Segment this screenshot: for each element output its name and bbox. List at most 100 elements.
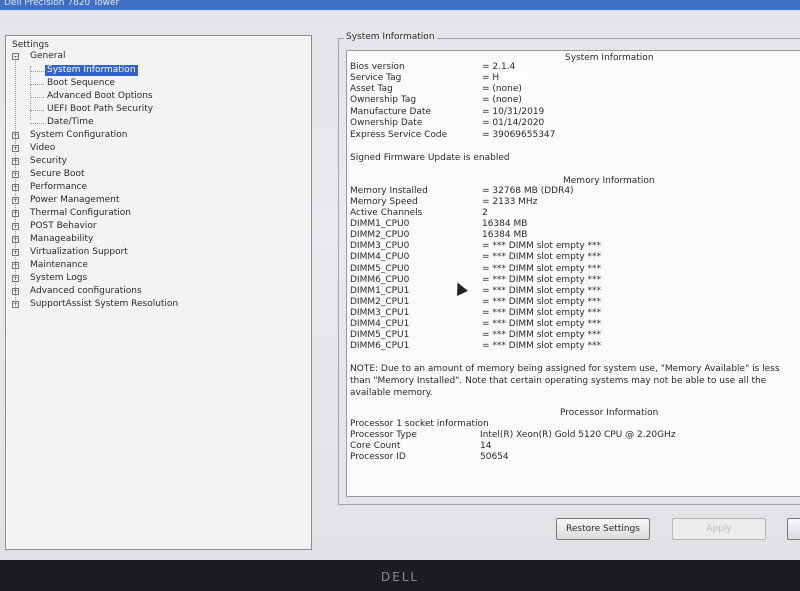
tree-item-thermal-configuration[interactable]: Thermal Configuration (30, 208, 131, 219)
memory-note-line: NOTE: Due to an amount of memory being a… (350, 364, 780, 374)
expand-icon[interactable]: + (12, 158, 19, 165)
collapse-general-icon[interactable]: − (12, 53, 19, 60)
value-dimm2-cpu0: 16384 MB (482, 230, 528, 240)
expand-icon[interactable]: + (12, 301, 19, 308)
value-dimm4-cpu1: = *** DIMM slot empty *** (482, 319, 602, 329)
value-active-channels: 2 (482, 208, 488, 218)
tree-connector (30, 110, 44, 111)
label-dimm2-cpu1: DIMM2_CPU1 (350, 297, 410, 307)
expand-icon[interactable]: + (12, 132, 19, 139)
system-information-panel[interactable]: System Information Bios version = 2.1.4 … (346, 50, 800, 497)
group-title: System Information (344, 32, 437, 42)
value-dimm6-cpu0: = *** DIMM slot empty *** (482, 275, 602, 285)
section-header-processor: Processor Information (560, 408, 659, 418)
expand-icon[interactable]: + (12, 145, 19, 152)
label-memory-installed: Memory Installed (350, 186, 428, 196)
tree-item-secure-boot[interactable]: Secure Boot (30, 169, 85, 180)
label-core-count: Core Count (350, 441, 401, 451)
label-manufacture-date: Manufacture Date (350, 107, 431, 117)
label-dimm4-cpu0: DIMM4_CPU0 (350, 252, 410, 262)
expand-icon[interactable]: + (12, 262, 19, 269)
value-dimm4-cpu0: = *** DIMM slot empty *** (482, 252, 602, 262)
tree-item-advanced-boot-options[interactable]: Advanced Boot Options (47, 91, 153, 102)
value-memory-installed: = 32768 MB (DDR4) (482, 186, 574, 196)
expand-icon[interactable]: + (12, 223, 19, 230)
tree-item-supportassist[interactable]: SupportAssist System Resolution (30, 299, 178, 310)
value-dimm1-cpu0: 16384 MB (482, 219, 528, 229)
value-asset-tag: = (none) (482, 84, 522, 94)
redaction-box (502, 73, 528, 83)
value-core-count: 14 (480, 441, 492, 451)
tree-root-settings: Settings (12, 40, 49, 50)
value-bios-version: = 2.1.4 (482, 62, 516, 72)
tree-item-system-configuration[interactable]: System Configuration (30, 130, 127, 141)
expand-icon[interactable]: + (12, 184, 19, 191)
value-express-service-code: = 39069655347 (482, 130, 556, 140)
tree-item-advanced-configurations[interactable]: Advanced configurations (30, 286, 142, 297)
value-dimm3-cpu1: = *** DIMM slot empty *** (482, 308, 602, 318)
tree-item-virtualization-support[interactable]: Virtualization Support (30, 247, 128, 258)
restore-settings-button[interactable]: Restore Settings (556, 518, 650, 540)
apply-button[interactable]: Apply (672, 518, 766, 540)
tree-item-system-information[interactable]: System Information (45, 65, 138, 76)
tree-item-uefi-boot-path-security[interactable]: UEFI Boot Path Security (47, 104, 153, 115)
tree-connector (30, 71, 44, 72)
window-title: Dell Precision 7820 Tower (4, 0, 120, 8)
label-dimm4-cpu1: DIMM4_CPU1 (350, 319, 410, 329)
expand-icon[interactable]: + (12, 275, 19, 282)
label-service-tag: Service Tag (350, 73, 402, 83)
label-processor-id: Processor ID (350, 452, 406, 462)
bios-screen: Dell Precision 7820 Tower Settings − Gen… (0, 0, 800, 560)
label-dimm3-cpu0: DIMM3_CPU0 (350, 241, 410, 251)
tree-item-boot-sequence[interactable]: Boot Sequence (47, 78, 115, 89)
value-dimm5-cpu0: = *** DIMM slot empty *** (482, 264, 602, 274)
tree-item-manageability[interactable]: Manageability (30, 234, 93, 245)
memory-note-line: available memory. (350, 388, 433, 398)
settings-tree: Settings − General System Information Bo… (5, 35, 312, 550)
expand-icon[interactable]: + (12, 210, 19, 217)
value-dimm3-cpu0: = *** DIMM slot empty *** (482, 241, 602, 251)
value-ownership-date: = 01/14/2020 (482, 118, 545, 128)
dell-logo: DELL (380, 570, 420, 584)
tree-item-maintenance[interactable]: Maintenance (30, 260, 88, 271)
value-processor-type: Intel(R) Xeon(R) Gold 5120 CPU @ 2.20GHz (480, 430, 676, 440)
section-header-memory: Memory Information (563, 176, 655, 186)
tree-connector (30, 97, 44, 98)
label-processor-type: Processor Type (350, 430, 417, 440)
value-memory-speed: = 2133 MHz (482, 197, 538, 207)
value-manufacture-date: = 10/31/2019 (482, 107, 545, 117)
value-dimm1-cpu1: = *** DIMM slot empty *** (482, 286, 602, 296)
firmware-status: Signed Firmware Update is enabled (350, 153, 510, 163)
tree-item-performance[interactable]: Performance (30, 182, 87, 193)
label-ownership-date: Ownership Date (350, 118, 423, 128)
label-ownership-tag: Ownership Tag (350, 95, 417, 105)
exit-button[interactable] (787, 518, 800, 540)
expand-icon[interactable]: + (12, 249, 19, 256)
value-dimm2-cpu1: = *** DIMM slot empty *** (482, 297, 602, 307)
expand-icon[interactable]: + (12, 236, 19, 243)
value-dimm6-cpu1: = *** DIMM slot empty *** (482, 341, 602, 351)
tree-connector (30, 66, 31, 120)
tree-item-security[interactable]: Security (30, 156, 67, 167)
label-dimm3-cpu1: DIMM3_CPU1 (350, 308, 410, 318)
label-dimm1-cpu0: DIMM1_CPU0 (350, 219, 410, 229)
tree-connector (30, 123, 44, 124)
tree-item-post-behavior[interactable]: POST Behavior (30, 221, 97, 232)
label-active-channels: Active Channels (350, 208, 423, 218)
label-dimm5-cpu1: DIMM5_CPU1 (350, 330, 410, 340)
tree-item-date-time[interactable]: Date/Time (47, 117, 94, 128)
label-bios-version: Bios version (350, 62, 405, 72)
tree-item-system-logs[interactable]: System Logs (30, 273, 87, 284)
expand-icon[interactable]: + (12, 171, 19, 178)
expand-icon[interactable]: + (12, 288, 19, 295)
memory-note-line: than "Memory Installed". Note that certa… (350, 376, 767, 386)
tree-item-video[interactable]: Video (30, 143, 55, 154)
value-processor-id: 50654 (480, 452, 509, 462)
tree-item-general[interactable]: General (30, 51, 65, 62)
tree-item-power-management[interactable]: Power Management (30, 195, 119, 206)
title-bar: Dell Precision 7820 Tower (0, 0, 800, 10)
value-dimm5-cpu1: = *** DIMM slot empty *** (482, 330, 602, 340)
label-asset-tag: Asset Tag (350, 84, 393, 94)
tree-connector (30, 84, 44, 85)
expand-icon[interactable]: + (12, 197, 19, 204)
